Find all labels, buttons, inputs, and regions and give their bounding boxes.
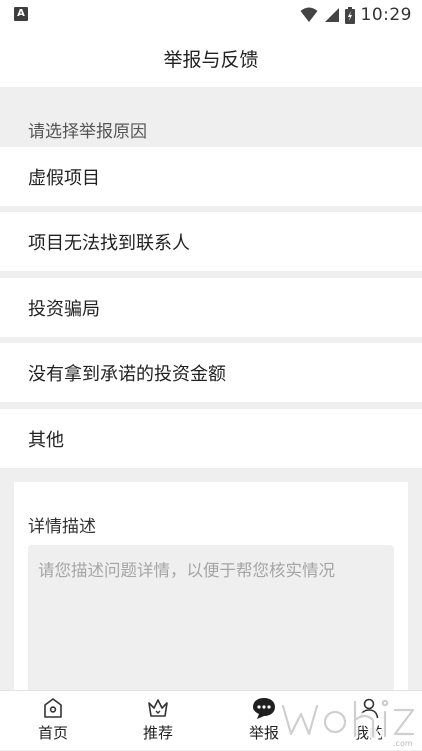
wifi-icon [300, 7, 317, 22]
crown-icon [146, 696, 170, 720]
reason-label: 其他 [28, 429, 64, 451]
page-header: 举报与反馈 [0, 30, 422, 87]
page-title: 举报与反馈 [163, 49, 259, 71]
reason-label: 虚假项目 [28, 167, 100, 189]
reason-item-other[interactable]: 其他 [0, 409, 422, 468]
reason-label: 项目无法找到联系人 [28, 232, 190, 254]
watermark-logo: .com [279, 698, 417, 748]
status-icons: 10:29 [300, 4, 413, 26]
home-icon [41, 696, 65, 720]
tab-home[interactable]: 首页 [8, 691, 98, 751]
reason-label: 投资骗局 [28, 298, 100, 320]
reason-prompt: 请选择举报原因 [28, 122, 147, 142]
reason-item-investment-scam[interactable]: 投资骗局 [0, 278, 422, 337]
detail-label: 详情描述 [28, 517, 96, 537]
reason-label: 没有拿到承诺的投资金额 [28, 363, 226, 385]
battery-icon [344, 6, 355, 24]
tab-label: 首页 [37, 724, 68, 742]
svg-text:.com: .com [393, 739, 413, 748]
detail-card: 详情描述 [14, 482, 408, 702]
status-bar: A 10:29 [0, 0, 422, 30]
reason-item-no-contact[interactable]: 项目无法找到联系人 [0, 212, 422, 271]
cell-signal-icon [324, 8, 339, 22]
tab-label: 推荐 [142, 724, 173, 742]
chat-bubble-icon [251, 696, 277, 720]
reason-item-unpaid-investment[interactable]: 没有拿到承诺的投资金额 [0, 343, 422, 402]
clock: 10:29 [360, 5, 412, 25]
tab-recommend[interactable]: 推荐 [113, 691, 203, 751]
notification-a-icon: A [14, 7, 28, 21]
detail-description-input[interactable] [28, 545, 394, 702]
reason-item-fake-project[interactable]: 虚假项目 [0, 147, 422, 206]
